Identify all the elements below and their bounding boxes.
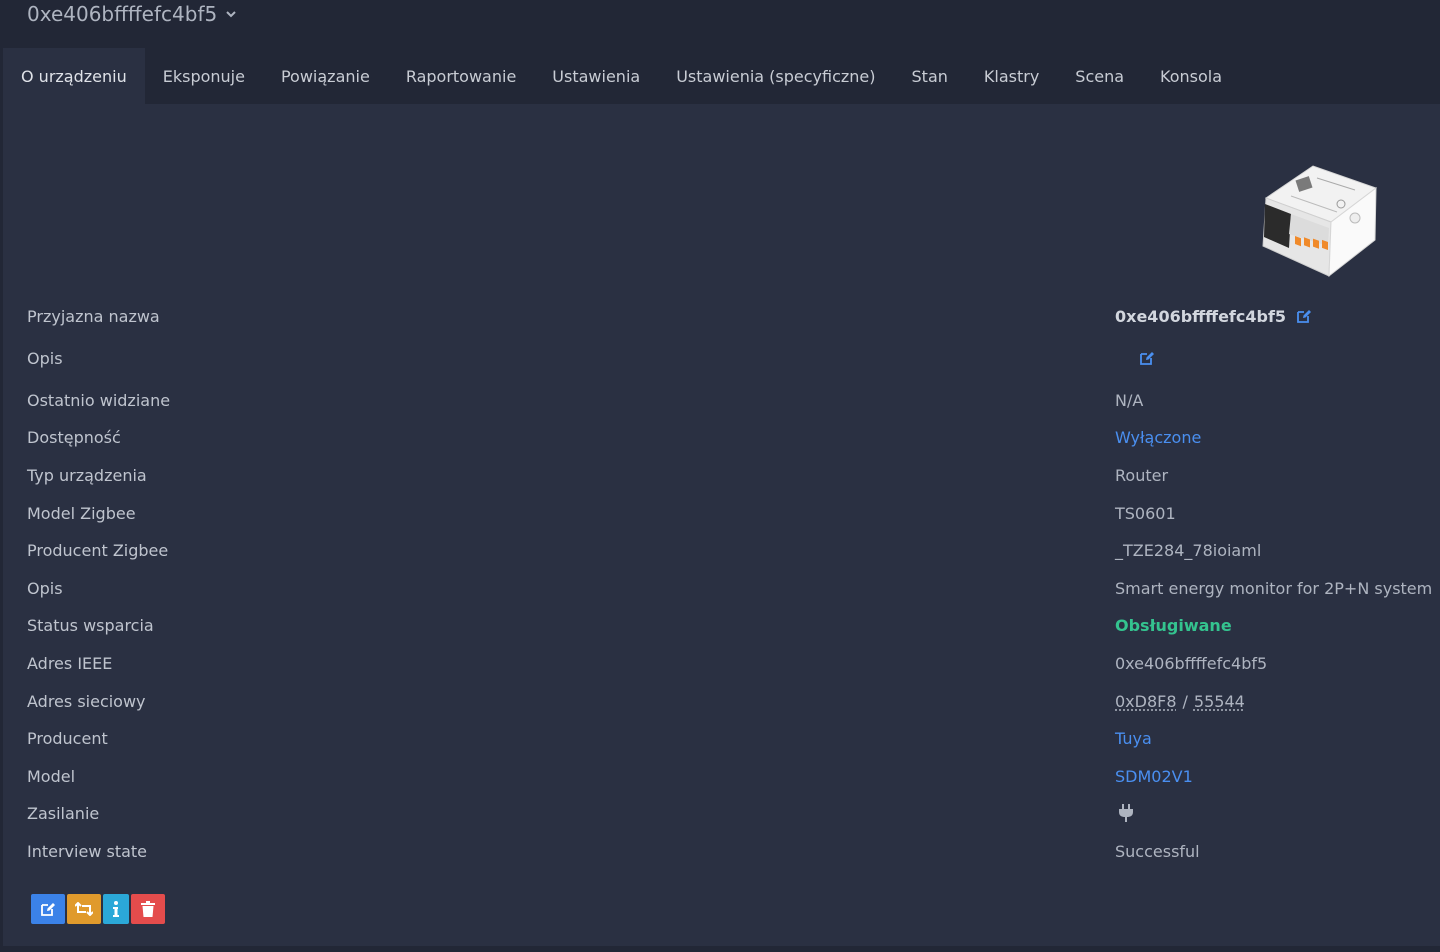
- row-friendly-name: Przyjazna nazwa 0xe406bffffefc4bf5: [3, 301, 1440, 331]
- value-network-address: 0xD8F8 / 55544: [1115, 692, 1245, 711]
- device-title: 0xe406bffffefc4bf5: [27, 2, 218, 26]
- label-friendly-name: Przyjazna nazwa: [27, 306, 160, 326]
- row-model: Model SDM02V1: [3, 761, 1440, 791]
- reconfigure-button[interactable]: [67, 894, 101, 924]
- network-address-dec: 55544: [1193, 691, 1245, 711]
- row-description: Opis Smart energy monitor for 2P+N syste…: [3, 573, 1440, 603]
- row-ieee-address: Adres IEEE 0xe406bffffefc4bf5: [3, 648, 1440, 678]
- network-address-separator: /: [1182, 691, 1188, 711]
- label-ieee-address: Adres IEEE: [27, 653, 113, 673]
- label-power-source: Zasilanie: [27, 803, 100, 823]
- label-description: Opis: [27, 578, 63, 598]
- value-interview-state: Successful: [1115, 841, 1200, 861]
- value-friendly-name: 0xe406bffffefc4bf5: [1115, 307, 1312, 326]
- label-network-address: Adres sieciowy: [27, 691, 146, 711]
- label-interview-state: Interview state: [27, 841, 148, 861]
- device-card: O urządzeniu Eksponuje Powiązanie Raport…: [3, 48, 1440, 946]
- device-details: Przyjazna nazwa 0xe406bffffefc4bf5 Opis …: [3, 48, 1440, 946]
- value-last-seen: N/A: [1115, 390, 1144, 410]
- plug-icon: [1119, 804, 1133, 822]
- rename-button[interactable]: [31, 894, 65, 924]
- value-zigbee-model: TS0601: [1115, 503, 1176, 523]
- row-support-status: Status wsparcia Obsługiwane: [3, 610, 1440, 640]
- edit-icon[interactable]: [1296, 308, 1312, 324]
- row-device-type: Typ urządzenia Router: [3, 460, 1440, 490]
- chevron-down-icon: [226, 11, 236, 18]
- device-actions: [31, 894, 165, 924]
- label-last-seen: Ostatnio widziane: [27, 390, 171, 410]
- vendor-link[interactable]: Tuya: [1115, 729, 1152, 748]
- availability-link[interactable]: Wyłączone: [1115, 428, 1201, 447]
- row-availability: Dostępność Wyłączone: [3, 422, 1440, 452]
- info-button[interactable]: [103, 894, 129, 924]
- row-zigbee-manufacturer: Producent Zigbee _TZE284_78ioiaml: [3, 535, 1440, 565]
- delete-button[interactable]: [131, 894, 165, 924]
- label-availability: Dostępność: [27, 427, 121, 447]
- device-selector[interactable]: 0xe406bffffefc4bf5: [27, 2, 237, 26]
- top-bar: 0xe406bffffefc4bf5: [0, 0, 1440, 48]
- label-zigbee-manufacturer: Producent Zigbee: [27, 540, 169, 560]
- edit-icon: [41, 903, 55, 916]
- row-vendor: Producent Tuya: [3, 723, 1440, 753]
- support-status-link[interactable]: Obsługiwane: [1115, 616, 1232, 635]
- label-support-status: Status wsparcia: [27, 615, 154, 635]
- row-power-source: Zasilanie: [3, 798, 1440, 828]
- retweet-icon: [75, 902, 93, 916]
- info-icon: [113, 901, 119, 917]
- row-zigbee-model: Model Zigbee TS0601: [3, 498, 1440, 528]
- value-device-type: Router: [1115, 465, 1169, 485]
- model-link[interactable]: SDM02V1: [1115, 767, 1193, 786]
- edit-icon[interactable]: [1139, 350, 1155, 366]
- network-address-hex: 0xD8F8: [1115, 691, 1177, 711]
- row-interview-state: Interview state Successful: [3, 836, 1440, 866]
- row-description-edit: Opis: [3, 343, 1440, 373]
- value-zigbee-manufacturer: _TZE284_78ioiaml: [1115, 540, 1262, 560]
- label-device-type: Typ urządzenia: [27, 465, 147, 485]
- row-network-address: Adres sieciowy 0xD8F8 / 55544: [3, 686, 1440, 716]
- label-vendor: Producent: [27, 728, 108, 748]
- value-ieee-address: 0xe406bffffefc4bf5: [1115, 653, 1268, 673]
- row-last-seen: Ostatnio widziane N/A: [3, 385, 1440, 415]
- value-power-source: [1115, 804, 1134, 822]
- label-model: Model: [27, 766, 76, 786]
- label-description-edit: Opis: [27, 348, 63, 368]
- trash-icon: [141, 901, 155, 917]
- value-description: Smart energy monitor for 2P+N system: [1115, 578, 1433, 598]
- value-description-edit: [1115, 350, 1155, 366]
- label-zigbee-model: Model Zigbee: [27, 503, 136, 523]
